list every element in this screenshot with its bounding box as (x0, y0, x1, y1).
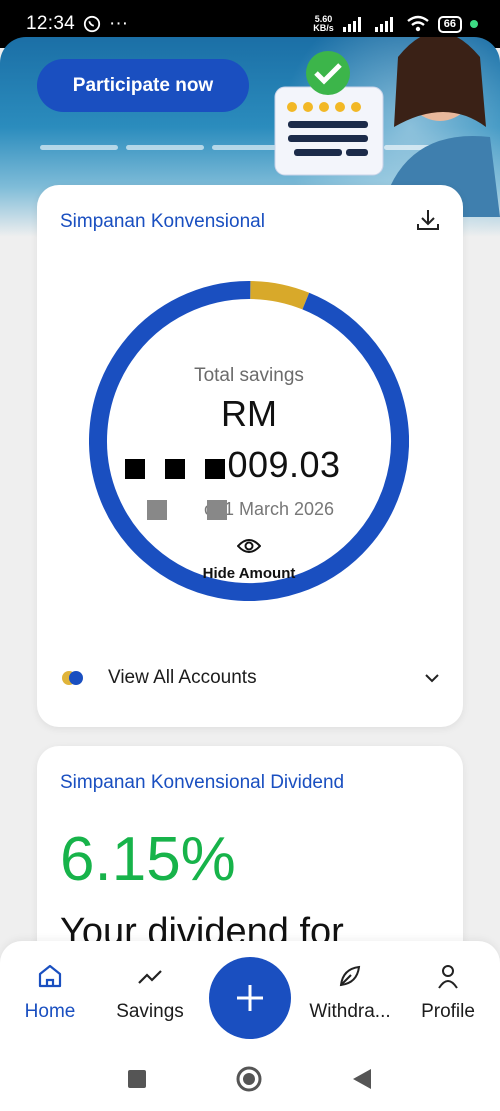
recents-icon[interactable] (127, 1069, 147, 1089)
home-icon (38, 964, 62, 988)
eye-icon[interactable] (237, 537, 261, 555)
more-notifications-icon: ··· (109, 13, 129, 34)
wifi-icon (407, 15, 429, 32)
whatsapp-icon (83, 15, 101, 33)
leaf-icon (339, 965, 361, 987)
person-icon (438, 965, 458, 989)
back-icon[interactable] (351, 1067, 373, 1091)
hide-amount-button[interactable]: Hide Amount (89, 565, 409, 582)
signal-icon (342, 17, 361, 32)
trend-icon (138, 970, 162, 984)
amount-redaction (125, 459, 225, 479)
privacy-indicator-dot (470, 20, 478, 28)
signal-icon-2 (374, 17, 393, 32)
as-of-date: of 1 March 2026 (203, 499, 335, 519)
nav-profile[interactable]: Profile (398, 961, 498, 1023)
clock: 12:34 (26, 13, 76, 34)
nav-home[interactable]: Home (0, 961, 100, 1023)
network-speed: 5.60 KB/s (313, 14, 334, 33)
savings-card: Simpanan Konvensional Total savings RM 0… (37, 185, 463, 727)
view-all-accounts-label: View All Accounts (108, 667, 257, 688)
savings-card-title: Simpanan Konvensional (60, 211, 265, 232)
nav-savings[interactable]: Savings (100, 961, 200, 1023)
accounts-dots-icon (60, 670, 90, 686)
participate-now-button[interactable]: Participate now (37, 59, 249, 112)
view-all-accounts-toggle[interactable]: View All Accounts (60, 663, 440, 693)
dividend-card-title: Simpanan Konvensional Dividend (60, 772, 345, 793)
banner-page-indicator (126, 145, 204, 150)
add-button[interactable] (209, 957, 291, 1039)
plus-icon (237, 985, 263, 1011)
date-redaction (147, 500, 227, 520)
total-savings-label: Total savings (194, 365, 304, 386)
nav-withdrawal[interactable]: Withdra... (300, 961, 400, 1023)
home-circle-icon[interactable] (235, 1065, 263, 1093)
savings-summary: Total savings RM 009.03 of 1 March 2026 … (89, 281, 409, 601)
currency-label: RM (221, 393, 277, 434)
banner-page-indicator (40, 145, 118, 150)
system-navigation-bar (0, 1046, 500, 1111)
dividend-rate: 6.15% (60, 825, 236, 894)
battery-indicator: 66 (437, 15, 462, 33)
bottom-navigation: Home Savings Withdra... Profile (0, 941, 500, 1046)
chevron-down-icon (425, 674, 439, 683)
download-icon[interactable] (415, 207, 441, 233)
